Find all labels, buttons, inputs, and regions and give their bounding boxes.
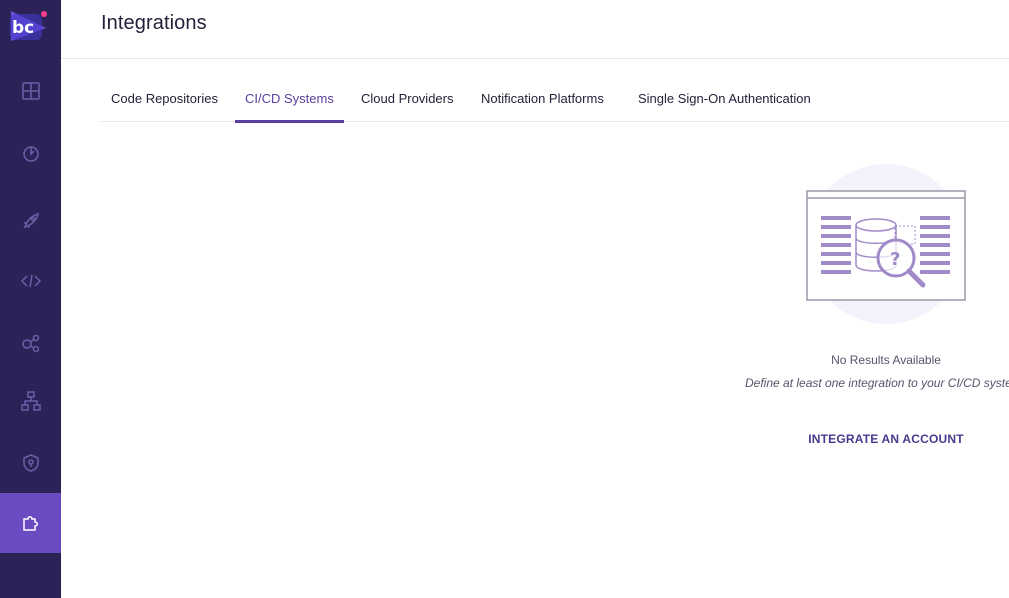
dashboard-icon — [21, 82, 40, 100]
rocket-icon — [23, 212, 39, 229]
header: Integrations — [61, 0, 1009, 59]
sidebar-item-code[interactable] — [0, 251, 61, 311]
tab-single-sign-on[interactable]: Single Sign-On Authentication — [628, 74, 821, 122]
incidents-icon — [22, 146, 39, 162]
tab-cicd-systems[interactable]: CI/CD Systems — [235, 74, 344, 123]
app-logo[interactable]: bc — [8, 8, 48, 44]
integrate-account-button[interactable]: INTEGRATE AN ACCOUNT — [800, 428, 972, 450]
puzzle-icon — [22, 516, 38, 531]
sidebar-item-graph[interactable] — [0, 313, 61, 373]
shield-icon — [22, 454, 39, 472]
hierarchy-icon — [20, 391, 41, 411]
sidebar: bc — [0, 0, 61, 598]
svg-text:?: ? — [890, 249, 900, 270]
graph-icon — [21, 334, 39, 353]
sidebar-item-security[interactable] — [0, 433, 61, 493]
empty-state-title: No Results Available — [831, 353, 941, 367]
empty-state-description: Define at least one integration to your … — [745, 376, 1009, 390]
sidebar-item-deploy[interactable] — [0, 191, 61, 251]
tab-notification-platforms[interactable]: Notification Platforms — [471, 74, 614, 122]
code-icon — [20, 274, 41, 288]
no-results-illustration: ? — [805, 164, 967, 326]
tab-bar: Code Repositories CI/CD Systems Cloud Pr… — [101, 74, 1009, 123]
tab-cloud-providers[interactable]: Cloud Providers — [351, 74, 464, 122]
sidebar-item-hierarchy[interactable] — [0, 371, 61, 431]
sidebar-item-integrations[interactable] — [0, 493, 61, 553]
logo-text: bc — [12, 18, 34, 38]
sidebar-item-dashboard[interactable] — [0, 61, 61, 121]
page-title: Integrations — [101, 12, 207, 34]
tab-code-repositories[interactable]: Code Repositories — [101, 74, 228, 122]
sidebar-item-incidents[interactable] — [0, 123, 61, 183]
